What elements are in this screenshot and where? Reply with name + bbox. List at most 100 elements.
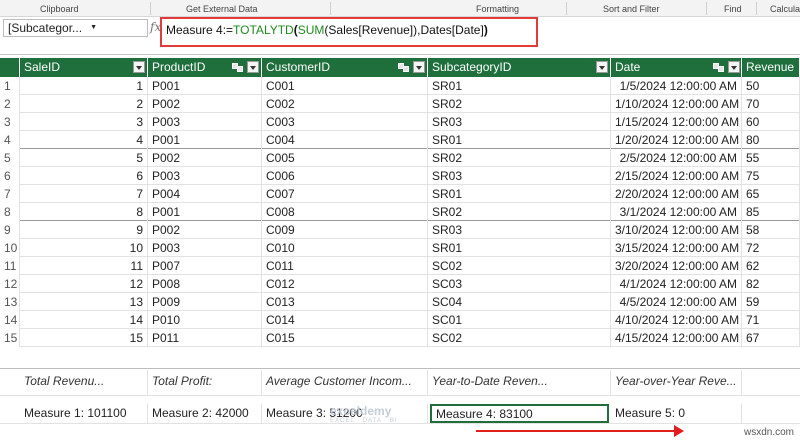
cell-saleid[interactable]: 10 [20,239,148,257]
cell-revenue[interactable]: 62 [742,257,800,275]
cell-productid[interactable]: P002 [148,221,262,239]
filter-dropdown-icon[interactable] [133,61,145,73]
column-header-revenue[interactable]: Revenue [742,58,800,77]
cell-productid[interactable]: P011 [148,329,262,347]
cell-date[interactable]: 2/20/2024 12:00:00 AM [611,185,742,203]
row-number[interactable]: 1 [0,77,20,95]
cell-customerid[interactable]: C005 [262,149,428,167]
measure-name-cell[interactable]: Average Customer Incom... [262,370,428,395]
cell-customerid[interactable]: C004 [262,131,428,149]
cell-date[interactable]: 1/5/2024 12:00:00 AM [611,77,742,95]
cell-subcategoryid[interactable]: SC01 [428,311,611,329]
cell-revenue[interactable]: 60 [742,113,800,131]
cell-productid[interactable]: P003 [148,239,262,257]
cell-revenue[interactable]: 59 [742,293,800,311]
cell-subcategoryid[interactable]: SC03 [428,275,611,293]
measure-name-cell[interactable]: Year-over-Year Reve... [611,370,742,395]
cell-date[interactable]: 4/5/2024 12:00:00 AM [611,293,742,311]
cell-subcategoryid[interactable]: SR01 [428,185,611,203]
filter-dropdown-icon[interactable] [413,61,425,73]
measure-name-cell[interactable]: Year-to-Date Reven... [428,370,611,395]
table-row[interactable]: 2 2 P002 C002 SR02 1/10/2024 12:00:00 AM 70 [0,95,800,113]
table-row[interactable]: 12 12 P008 C012 SC03 4/1/2024 12:00:00 AM 82 [0,275,800,293]
cell-subcategoryid[interactable]: SC02 [428,329,611,347]
row-number[interactable]: 13 [0,293,20,311]
cell-subcategoryid[interactable]: SR01 [428,239,611,257]
cell-subcategoryid[interactable]: SR03 [428,113,611,131]
cell-customerid[interactable]: C006 [262,167,428,185]
row-number[interactable]: 15 [0,329,20,347]
row-number[interactable]: 4 [0,131,20,149]
cell-saleid[interactable]: 4 [20,131,148,149]
cell-saleid[interactable]: 14 [20,311,148,329]
cell-saleid[interactable]: 2 [20,95,148,113]
cell-subcategoryid[interactable]: SR02 [428,149,611,167]
table-row[interactable]: 4 4 P001 C004 SR01 1/20/2024 12:00:00 AM 80 [0,131,800,149]
table-row[interactable]: 6 6 P003 C006 SR03 2/15/2024 12:00:00 AM 75 [0,167,800,185]
cell-productid[interactable]: P007 [148,257,262,275]
row-number[interactable]: 9 [0,221,20,239]
cell-productid[interactable]: P004 [148,185,262,203]
cell-subcategoryid[interactable]: SR01 [428,131,611,149]
cell-productid[interactable]: P002 [148,149,262,167]
cell-saleid[interactable]: 15 [20,329,148,347]
cell-date[interactable]: 2/15/2024 12:00:00 AM [611,167,742,185]
cell-revenue[interactable]: 85 [742,203,800,221]
cell-date[interactable]: 4/10/2024 12:00:00 AM [611,311,742,329]
cell-customerid[interactable]: C008 [262,203,428,221]
cell-date[interactable]: 1/10/2024 12:00:00 AM [611,95,742,113]
table-row[interactable]: 13 13 P009 C013 SC04 4/5/2024 12:00:00 AM 59 [0,293,800,311]
cell-customerid[interactable]: C003 [262,113,428,131]
measure-value-cell-selected[interactable]: Measure 4: 83100 [430,404,609,423]
cell-productid[interactable]: P001 [148,203,262,221]
cell-saleid[interactable]: 3 [20,113,148,131]
cell-date[interactable]: 1/15/2024 12:00:00 AM [611,113,742,131]
cell-saleid[interactable]: 6 [20,167,148,185]
cell-saleid[interactable]: 8 [20,203,148,221]
cell-revenue[interactable]: 67 [742,329,800,347]
table-row[interactable]: 10 10 P003 C010 SR01 3/15/2024 12:00:00 AM 72 [0,239,800,257]
column-header-productid[interactable]: ProductID [148,58,262,77]
table-row[interactable]: 5 5 P002 C005 SR02 2/5/2024 12:00:00 AM 55 [0,149,800,167]
cell-saleid[interactable]: 9 [20,221,148,239]
cell-date[interactable]: 2/5/2024 12:00:00 AM [611,149,742,167]
filter-dropdown-icon[interactable] [728,61,740,73]
cell-revenue[interactable]: 82 [742,275,800,293]
cell-saleid[interactable]: 11 [20,257,148,275]
cell-revenue[interactable]: 65 [742,185,800,203]
formula-input[interactable]: Measure 4:=TOTALYTD(SUM(Sales[Revenue]),… [166,23,488,37]
cell-saleid[interactable]: 1 [20,77,148,95]
measure-value-cell[interactable]: Measure 1: 101100 [20,404,148,423]
cell-subcategoryid[interactable]: SR03 [428,221,611,239]
cell-customerid[interactable]: C011 [262,257,428,275]
row-number[interactable]: 10 [0,239,20,257]
column-header-saleid[interactable]: SaleID [20,58,148,77]
cell-saleid[interactable]: 5 [20,149,148,167]
row-number[interactable]: 7 [0,185,20,203]
table-row[interactable]: 9 9 P002 C009 SR03 3/10/2024 12:00:00 AM 58 [0,221,800,239]
cell-subcategoryid[interactable]: SC02 [428,257,611,275]
cell-subcategoryid[interactable]: SR02 [428,203,611,221]
cell-productid[interactable]: P001 [148,77,262,95]
cell-revenue[interactable]: 75 [742,167,800,185]
cell-revenue[interactable]: 55 [742,149,800,167]
filter-dropdown-icon[interactable] [596,61,608,73]
cell-saleid[interactable]: 13 [20,293,148,311]
cell-productid[interactable]: P003 [148,167,262,185]
cell-customerid[interactable]: C015 [262,329,428,347]
row-number[interactable]: 3 [0,113,20,131]
measure-value-cell[interactable]: Measure 5: 0 [611,404,742,423]
cell-saleid[interactable]: 12 [20,275,148,293]
table-row[interactable]: 7 7 P004 C007 SR01 2/20/2024 12:00:00 AM 65 [0,185,800,203]
column-header-subcategoryid[interactable]: SubcategoryID [428,58,611,77]
cell-productid[interactable]: P002 [148,95,262,113]
row-number[interactable]: 11 [0,257,20,275]
cell-revenue[interactable]: 72 [742,239,800,257]
cell-revenue[interactable]: 80 [742,131,800,149]
cell-subcategoryid[interactable]: SR03 [428,167,611,185]
row-number[interactable]: 14 [0,311,20,329]
chevron-down-icon[interactable]: ▼ [90,24,97,31]
table-row[interactable]: 15 15 P011 C015 SC02 4/15/2024 12:00:00 AM 67 [0,329,800,347]
cell-customerid[interactable]: C007 [262,185,428,203]
row-number[interactable]: 2 [0,95,20,113]
